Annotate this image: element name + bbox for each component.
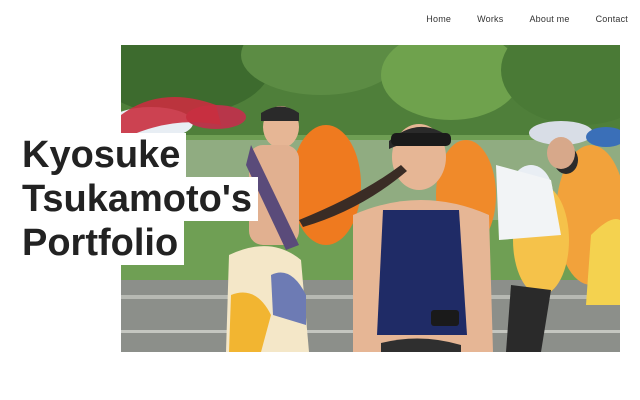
- title-line-2: Tsukamoto's: [18, 177, 259, 221]
- nav-works-link[interactable]: Works: [477, 14, 503, 24]
- top-navigation: Home Works About me Contact: [400, 14, 628, 24]
- nav-about-link[interactable]: About me: [529, 14, 569, 24]
- nav-contact-link[interactable]: Contact: [596, 14, 628, 24]
- nav-home-link[interactable]: Home: [426, 14, 451, 24]
- title-line-1: Kyosuke: [18, 133, 187, 177]
- title-line-3: Portfolio: [18, 221, 185, 265]
